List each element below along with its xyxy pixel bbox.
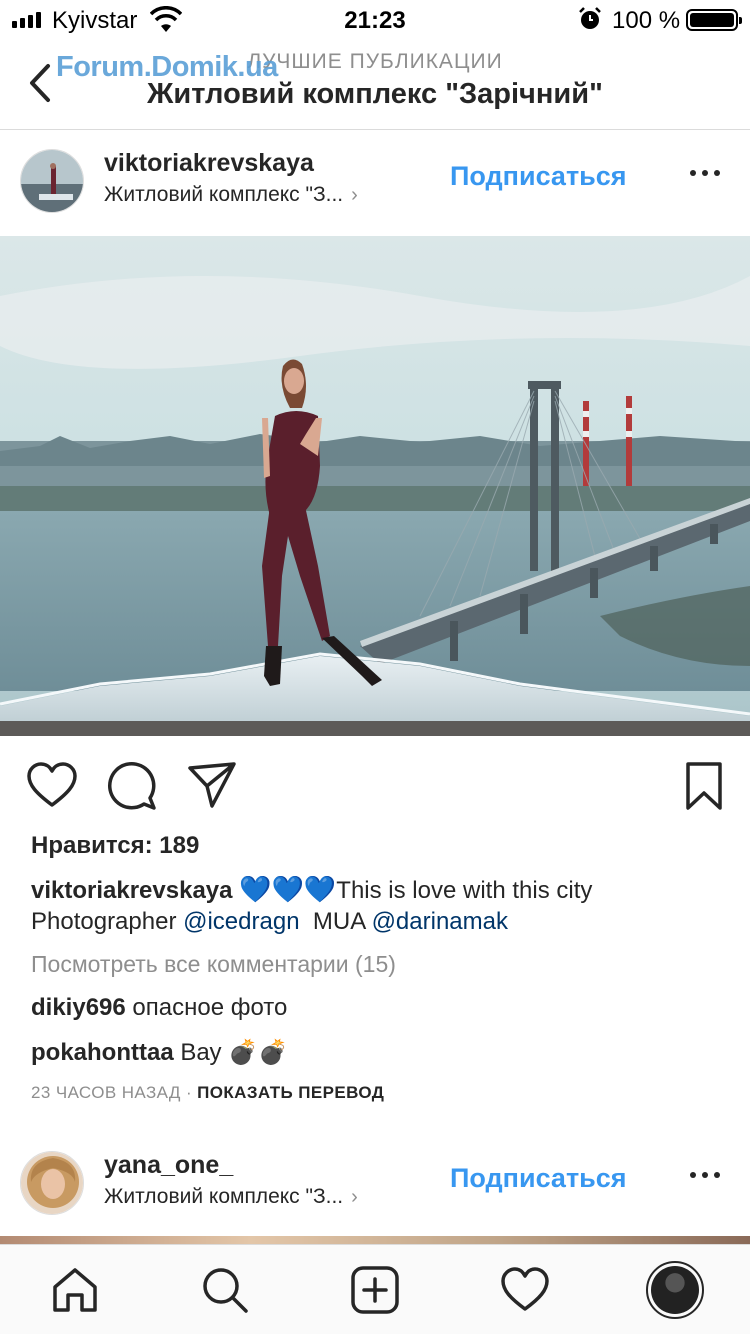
follow-button[interactable]: Подписаться <box>450 161 627 192</box>
comment-text: опасное фото <box>132 994 288 1021</box>
post-location[interactable]: Житловий комплекс "З... › <box>104 183 358 207</box>
post-caption: viktoriakrevskaya 💙💙💙This is love with t… <box>31 874 731 937</box>
alarm-icon <box>579 7 601 29</box>
view-all-comments-link[interactable]: Посмотреть все комментарии (15) <box>31 951 396 978</box>
status-bar: Kyivstar 21:23 100 % <box>0 0 750 40</box>
chevron-right-icon: › <box>351 1186 358 1208</box>
chevron-right-icon: › <box>351 184 358 206</box>
battery-icon <box>686 9 742 31</box>
post-header: yana_one_ Житловий комплекс "З... › Подпи… <box>0 1132 750 1238</box>
watermark-logo: Forum.Domik.ua <box>56 51 278 83</box>
caption-text: This is love with this city <box>336 877 593 904</box>
comment-item: dikiy696 опасное фото <box>31 994 287 1022</box>
post-username[interactable]: yana_one_ <box>104 1151 233 1180</box>
caption-emoji: 💙💙💙 <box>239 874 337 904</box>
heart-icon[interactable] <box>26 760 78 812</box>
post-timestamp: 23 ЧАСОВ НАЗАД <box>31 1083 181 1102</box>
avatar[interactable] <box>20 1151 84 1215</box>
location-label: Житловий комплекс "З... <box>104 1185 344 1208</box>
post-actions <box>0 736 750 834</box>
more-options-icon[interactable] <box>690 1170 720 1180</box>
likes-count[interactable]: Нравится: 189 <box>31 832 199 860</box>
post-photo[interactable] <box>0 236 750 736</box>
avatar[interactable] <box>20 149 84 213</box>
comment-icon[interactable] <box>106 760 158 812</box>
post-location[interactable]: Житловий комплекс "З... › <box>104 1185 358 1209</box>
caption-username[interactable]: viktoriakrevskaya <box>31 877 233 904</box>
mention-link[interactable]: @icedragn <box>183 908 299 935</box>
nav-header: ЛУЧШИЕ ПУБЛИКАЦИИ Житловий комплекс "Зар… <box>0 40 750 130</box>
activity-heart-icon[interactable] <box>500 1265 550 1315</box>
more-options-icon[interactable] <box>690 168 720 178</box>
caption-mua-label: MUA <box>299 908 372 935</box>
home-icon[interactable] <box>50 1265 100 1315</box>
location-label: Житловий комплекс "З... <box>104 183 344 206</box>
caption-photographer-label: Photographer <box>31 908 184 935</box>
bookmark-icon[interactable] <box>678 760 730 812</box>
meta-separator: · <box>180 1083 198 1102</box>
profile-avatar[interactable] <box>646 1261 704 1319</box>
comment-text: Вау 💣💣 <box>180 1039 288 1066</box>
post-username[interactable]: viktoriakrevskaya <box>104 149 314 178</box>
show-translation-link[interactable]: ПОКАЗАТЬ ПЕРЕВОД <box>197 1083 384 1102</box>
search-icon[interactable] <box>200 1265 250 1315</box>
next-post-photo-edge <box>0 1236 750 1244</box>
tab-bar <box>0 1244 750 1334</box>
post-header: viktoriakrevskaya Житловий комплекс "З..… <box>0 130 750 236</box>
post-meta: 23 ЧАСОВ НАЗАД · ПОКАЗАТЬ ПЕРЕВОД <box>31 1083 384 1103</box>
comment-username[interactable]: pokahonttaa <box>31 1039 174 1066</box>
battery-percent: 100 % <box>612 7 681 34</box>
comment-item: pokahonttaa Вау 💣💣 <box>31 1038 288 1067</box>
add-icon[interactable] <box>350 1265 400 1315</box>
comment-username[interactable]: dikiy696 <box>31 994 126 1021</box>
mention-link[interactable]: @darinamak <box>372 908 508 935</box>
share-icon[interactable] <box>186 760 238 812</box>
follow-button[interactable]: Подписаться <box>450 1163 627 1194</box>
